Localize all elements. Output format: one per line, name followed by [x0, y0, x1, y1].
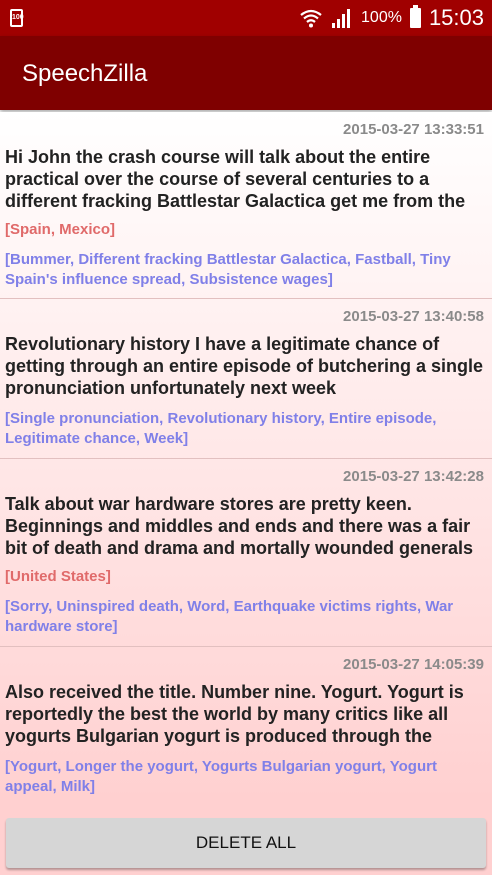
- status-clock: 15:03: [428, 5, 484, 30]
- battery-icon: [409, 5, 421, 28]
- entry-text: Talk about war hardware stores are prett…: [5, 494, 474, 558]
- battery-percentage: 100%: [361, 9, 402, 26]
- app-bar: SpeechZilla: [0, 36, 492, 110]
- list-item[interactable]: 2015-03-27 13:42:28 Talk about war hardw…: [0, 459, 492, 647]
- sim-card-icon: 100: [10, 9, 24, 27]
- entry-timestamp: 2015-03-27 13:33:51: [343, 121, 484, 138]
- wifi-icon: [300, 9, 322, 28]
- status-right: 100% 15:03: [299, 0, 484, 36]
- signal-icon: [332, 9, 351, 28]
- status-left: 100: [10, 9, 24, 27]
- entry-places: [Spain, Mexico]: [5, 221, 116, 238]
- entry-timestamp: 2015-03-27 13:40:58: [343, 308, 484, 325]
- app-title: SpeechZilla: [22, 60, 148, 87]
- delete-all-button[interactable]: DELETE ALL: [6, 818, 486, 868]
- list-item[interactable]: 2015-03-27 13:33:51 Hi John the crash co…: [0, 112, 492, 299]
- entry-text: Revolutionary history I have a legitimat…: [5, 334, 484, 398]
- footer: DELETE ALL: [0, 802, 492, 875]
- list-item[interactable]: 2015-03-27 13:40:58 Revolutionary histor…: [0, 299, 492, 459]
- speech-list[interactable]: 2015-03-27 13:33:51 Hi John the crash co…: [0, 112, 492, 802]
- entry-timestamp: 2015-03-27 13:42:28: [343, 468, 484, 485]
- entry-keywords: [Bummer, Different fracking Battlestar G…: [5, 251, 451, 288]
- entry-keywords: [Single pronunciation, Revolutionary his…: [5, 410, 437, 447]
- entry-places: [United States]: [5, 568, 111, 585]
- list-item[interactable]: 2015-03-27 14:05:39 Also received the ti…: [0, 647, 492, 802]
- entry-text: Hi John the crash course will talk about…: [5, 147, 466, 211]
- entry-text: Also received the title. Number nine. Yo…: [5, 682, 464, 746]
- entry-keywords: [Sorry, Uninspired death, Word, Earthqua…: [5, 598, 454, 635]
- status-bar: 100 100% 15:03: [0, 0, 492, 36]
- entry-keywords: [Yogurt, Longer the yogurt, Yogurts Bulg…: [5, 758, 437, 795]
- entry-timestamp: 2015-03-27 14:05:39: [343, 656, 484, 673]
